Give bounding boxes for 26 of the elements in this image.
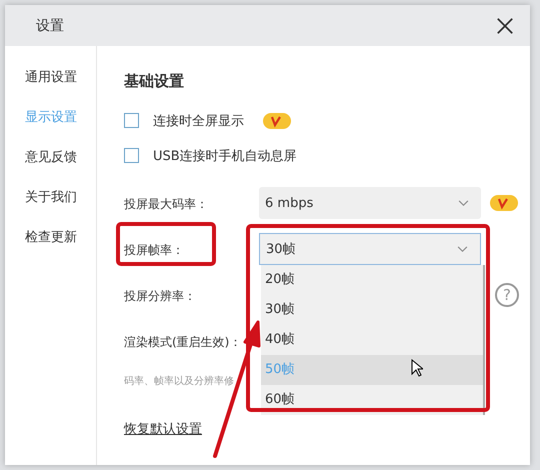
section-title: 基础设置 [124,72,185,91]
dropdown-option[interactable]: 30帧 [261,295,483,325]
setting-label: 渲染模式(重启生效)： [124,335,242,349]
close-icon[interactable] [496,16,514,34]
setting-label: 投屏分辨率： [124,289,196,303]
setting-label: 投屏帧率： [124,243,184,257]
dropdown-select[interactable]: 30帧 [259,233,481,265]
dialog-title: 设置 [36,16,64,34]
sidebar-item[interactable]: 关于我们 [5,178,96,218]
chevron-icon [457,246,468,252]
checkbox-label: 连接时全屏显示 [153,112,244,130]
dropdown-select[interactable]: 6 mbps [259,187,481,219]
checkbox[interactable] [124,113,139,128]
checkbox[interactable] [124,148,139,163]
sidebar-item[interactable]: 通用设置 [5,58,96,98]
sidebar-item[interactable]: 意见反馈 [5,138,96,178]
sidebar-item[interactable]: 检查更新 [5,218,96,258]
mouse-cursor-icon [411,359,423,377]
setting-label: 投屏最大码率： [124,197,208,211]
reset-defaults-link[interactable]: 恢复默认设置 [124,420,202,438]
checkbox-label: USB连接时手机自动息屏 [153,148,297,164]
dropdown-option[interactable]: 40帧 [261,325,483,355]
chevron-icon [458,200,469,206]
hint-text: 码率、帧率以及分辨率修 [124,374,235,388]
dropdown-option[interactable]: 60帧 [261,385,483,415]
dropdown-option[interactable]: 20帧 [261,265,483,295]
